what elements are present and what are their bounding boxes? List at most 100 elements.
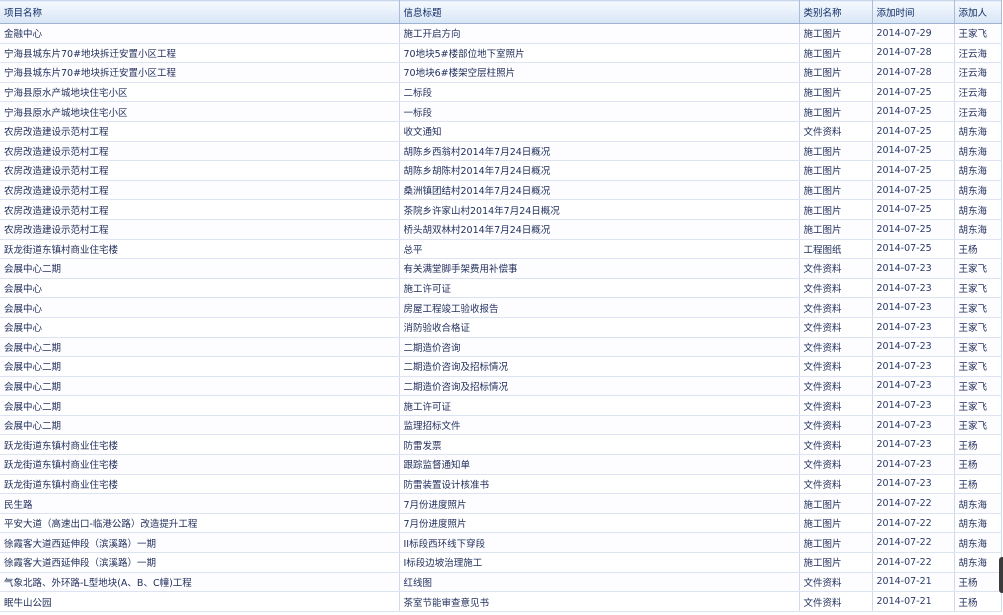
cell-added-time: 2014-07-29 bbox=[872, 23, 955, 44]
cell-info-title[interactable]: 茶院乡许家山村2014年7月24日概况 bbox=[399, 199, 800, 220]
table-row[interactable]: 徐霞客大道西延伸段（滨溪路）一期 I标段边坡治理施工 施工图片 2014-07-22 胡… bbox=[0, 552, 1002, 573]
table-row[interactable]: 眠牛山公园 茶室节能审查意见书 文件资料 2014-07-21 王杨 bbox=[0, 591, 1002, 612]
cell-added-by: 胡东海 bbox=[954, 219, 1002, 240]
cell-info-title[interactable]: 二标段 bbox=[399, 82, 800, 103]
cell-added-by: 王杨 bbox=[954, 474, 1002, 495]
table-row[interactable]: 会展中心二期 施工许可证 文件资料 2014-07-23 王家飞 bbox=[0, 395, 1002, 416]
table-row[interactable]: 农房改造建设示范村工程 桑洲镇团结村2014年7月24日概况 施工图片 2014-07… bbox=[0, 180, 1002, 201]
table-row[interactable]: 会展中心 施工许可证 文件资料 2014-07-23 王家飞 bbox=[0, 278, 1002, 299]
cell-info-title[interactable]: 施工许可证 bbox=[399, 395, 800, 416]
cell-info-title[interactable]: 7月份进度照片 bbox=[399, 513, 800, 534]
table-row[interactable]: 金融中心 施工开启方向 施工图片 2014-07-29 王家飞 bbox=[0, 23, 1002, 44]
table-row[interactable]: 农房改造建设示范村工程 茶院乡许家山村2014年7月24日概况 施工图片 2014-0… bbox=[0, 199, 1002, 220]
column-header-category[interactable]: 类别名称 bbox=[799, 0, 873, 24]
table-row[interactable]: 农房改造建设示范村工程 桥头胡双林村2014年7月24日概况 施工图片 2014-07… bbox=[0, 219, 1002, 240]
cell-info-title[interactable]: 胡陈乡胡陈村2014年7月24日概况 bbox=[399, 160, 800, 181]
cell-category: 施工图片 bbox=[799, 82, 873, 103]
cell-info-title[interactable]: 桑洲镇团结村2014年7月24日概况 bbox=[399, 180, 800, 201]
cell-added-by: 王家飞 bbox=[954, 317, 1002, 338]
cell-added-time: 2014-07-23 bbox=[872, 297, 955, 318]
cell-info-title[interactable]: 红线图 bbox=[399, 572, 800, 593]
cell-added-by: 王家飞 bbox=[954, 395, 1002, 416]
cell-info-title[interactable]: 70地块5#楼部位地下室照片 bbox=[399, 43, 800, 64]
cell-info-title[interactable]: 施工开启方向 bbox=[399, 23, 800, 44]
cell-category: 施工图片 bbox=[799, 141, 873, 162]
table-row[interactable]: 宁海县城东片70#地块拆迁安置小区工程 70地块6#楼架空层柱照片 施工图片 2014… bbox=[0, 62, 1002, 83]
cell-added-time: 2014-07-23 bbox=[872, 395, 955, 416]
cell-info-title[interactable]: 监理招标文件 bbox=[399, 415, 800, 436]
cell-info-title[interactable]: 胡陈乡西翁村2014年7月24日概况 bbox=[399, 141, 800, 162]
cell-added-time: 2014-07-25 bbox=[872, 199, 955, 220]
cell-project-name: 农房改造建设示范村工程 bbox=[0, 219, 400, 240]
cell-info-title[interactable]: 茶室节能审查意见书 bbox=[399, 591, 800, 612]
cell-added-by: 胡东海 bbox=[954, 199, 1002, 220]
table-row[interactable]: 平安大道（高速出口-临港公路）改造提升工程 7月份进度照片 施工图片 2014-07-… bbox=[0, 513, 1002, 534]
cell-info-title[interactable]: I标段边坡治理施工 bbox=[399, 552, 800, 573]
table-row[interactable]: 会展中心二期 二期造价咨询及招标情况 文件资料 2014-07-23 王家飞 bbox=[0, 356, 1002, 377]
cell-info-title[interactable]: 跟踪监督通知单 bbox=[399, 454, 800, 475]
table-row[interactable]: 会展中心二期 二期造价咨询 文件资料 2014-07-23 王家飞 bbox=[0, 337, 1002, 358]
cell-added-by: 汪云海 bbox=[954, 43, 1002, 64]
table-row[interactable]: 徐霞客大道西延伸段（滨溪路）一期 II标段西环线下穿段 施工图片 2014-07-22… bbox=[0, 532, 1002, 554]
cell-info-title[interactable]: 二期造价咨询及招标情况 bbox=[399, 356, 800, 377]
cell-info-title[interactable]: 防雷装置设计核准书 bbox=[399, 474, 800, 495]
cell-category: 文件资料 bbox=[799, 454, 873, 475]
table-row[interactable]: 宁海县原水产城地块住宅小区 一标段 施工图片 2014-07-25 汪云海 bbox=[0, 101, 1002, 122]
cell-added-time: 2014-07-23 bbox=[872, 258, 955, 279]
cell-added-time: 2014-07-28 bbox=[872, 62, 955, 83]
cell-info-title[interactable]: 防雷发票 bbox=[399, 434, 800, 456]
cell-info-title[interactable]: 桥头胡双林村2014年7月24日概况 bbox=[399, 219, 800, 240]
cell-info-title[interactable]: 二期造价咨询 bbox=[399, 337, 800, 358]
cell-info-title[interactable]: 7月份进度照片 bbox=[399, 493, 800, 514]
cell-info-title[interactable]: 施工许可证 bbox=[399, 278, 800, 299]
cell-info-title[interactable]: 一标段 bbox=[399, 101, 800, 122]
table-row[interactable]: 跃龙街道东镇村商业住宅楼 总平 工程图纸 2014-07-25 王杨 bbox=[0, 239, 1002, 260]
cell-category: 施工图片 bbox=[799, 493, 873, 514]
table-row[interactable]: 会展中心 消防验收合格证 文件资料 2014-07-23 王家飞 bbox=[0, 317, 1002, 338]
cell-info-title[interactable]: 70地块6#楼架空层柱照片 bbox=[399, 62, 800, 83]
cell-added-by: 汪云海 bbox=[954, 82, 1002, 103]
table-row[interactable]: 跃龙街道东镇村商业住宅楼 跟踪监督通知单 文件资料 2014-07-23 王杨 bbox=[0, 454, 1002, 475]
table-row[interactable]: 会展中心二期 二期造价咨询及招标情况 文件资料 2014-07-23 王家飞 bbox=[0, 376, 1002, 397]
cell-info-title[interactable]: 收文通知 bbox=[399, 121, 800, 142]
cell-info-title[interactable]: II标段西环线下穿段 bbox=[399, 532, 800, 554]
cell-category: 施工图片 bbox=[799, 552, 873, 573]
side-panel-toggle-handle[interactable] bbox=[999, 557, 1003, 593]
cell-added-by: 胡东海 bbox=[954, 121, 1002, 142]
table-row[interactable]: 民生路 7月份进度照片 施工图片 2014-07-22 胡东海 bbox=[0, 493, 1002, 514]
table-row[interactable]: 农房改造建设示范村工程 胡陈乡西翁村2014年7月24日概况 施工图片 2014-07… bbox=[0, 141, 1002, 162]
table-row[interactable]: 会展中心 房屋工程竣工验收报告 文件资料 2014-07-23 王家飞 bbox=[0, 297, 1002, 318]
table-row[interactable]: 会展中心二期 监理招标文件 文件资料 2014-07-23 王家飞 bbox=[0, 415, 1002, 436]
table-row[interactable]: 农房改造建设示范村工程 胡陈乡胡陈村2014年7月24日概况 施工图片 2014-07… bbox=[0, 160, 1002, 181]
cell-info-title[interactable]: 房屋工程竣工验收报告 bbox=[399, 297, 800, 318]
cell-category: 文件资料 bbox=[799, 297, 873, 318]
cell-info-title[interactable]: 二期造价咨询及招标情况 bbox=[399, 376, 800, 397]
column-header-added-time[interactable]: 添加时间 bbox=[872, 0, 955, 24]
cell-added-by: 王家飞 bbox=[954, 258, 1002, 279]
cell-added-by: 汪云海 bbox=[954, 62, 1002, 83]
cell-added-time: 2014-07-25 bbox=[872, 160, 955, 181]
cell-project-name: 宁海县原水产城地块住宅小区 bbox=[0, 82, 400, 103]
column-header-project-name[interactable]: 项目名称 bbox=[0, 0, 400, 24]
cell-info-title[interactable]: 消防验收合格证 bbox=[399, 317, 800, 338]
cell-info-title[interactable]: 有关满堂脚手架费用补偿事 bbox=[399, 258, 800, 279]
cell-category: 文件资料 bbox=[799, 121, 873, 142]
cell-info-title[interactable]: 总平 bbox=[399, 239, 800, 260]
column-header-info-title[interactable]: 信息标题 bbox=[399, 0, 800, 24]
column-header-added-by[interactable]: 添加人 bbox=[954, 0, 1002, 24]
cell-added-time: 2014-07-25 bbox=[872, 239, 955, 260]
table-row[interactable]: 宁海县城东片70#地块拆迁安置小区工程 70地块5#楼部位地下室照片 施工图片 201… bbox=[0, 43, 1002, 64]
cell-project-name: 农房改造建设示范村工程 bbox=[0, 199, 400, 220]
cell-added-by: 王家飞 bbox=[954, 23, 1002, 44]
table-row[interactable]: 气象北路、外环路-L型地块(A、B、C幢)工程 红线图 文件资料 2014-07-21… bbox=[0, 572, 1002, 593]
cell-project-name: 气象北路、外环路-L型地块(A、B、C幢)工程 bbox=[0, 572, 400, 593]
table-row[interactable]: 跃龙街道东镇村商业住宅楼 防雷发票 文件资料 2014-07-23 王杨 bbox=[0, 434, 1002, 456]
cell-added-time: 2014-07-21 bbox=[872, 572, 955, 593]
cell-added-time: 2014-07-23 bbox=[872, 415, 955, 436]
cell-added-time: 2014-07-23 bbox=[872, 376, 955, 397]
cell-added-time: 2014-07-25 bbox=[872, 141, 955, 162]
table-row[interactable]: 农房改造建设示范村工程 收文通知 文件资料 2014-07-25 胡东海 bbox=[0, 121, 1002, 142]
table-row[interactable]: 会展中心二期 有关满堂脚手架费用补偿事 文件资料 2014-07-23 王家飞 bbox=[0, 258, 1002, 279]
table-row[interactable]: 跃龙街道东镇村商业住宅楼 防雷装置设计核准书 文件资料 2014-07-23 王杨 bbox=[0, 474, 1002, 495]
table-row[interactable]: 宁海县原水产城地块住宅小区 二标段 施工图片 2014-07-25 汪云海 bbox=[0, 82, 1002, 103]
